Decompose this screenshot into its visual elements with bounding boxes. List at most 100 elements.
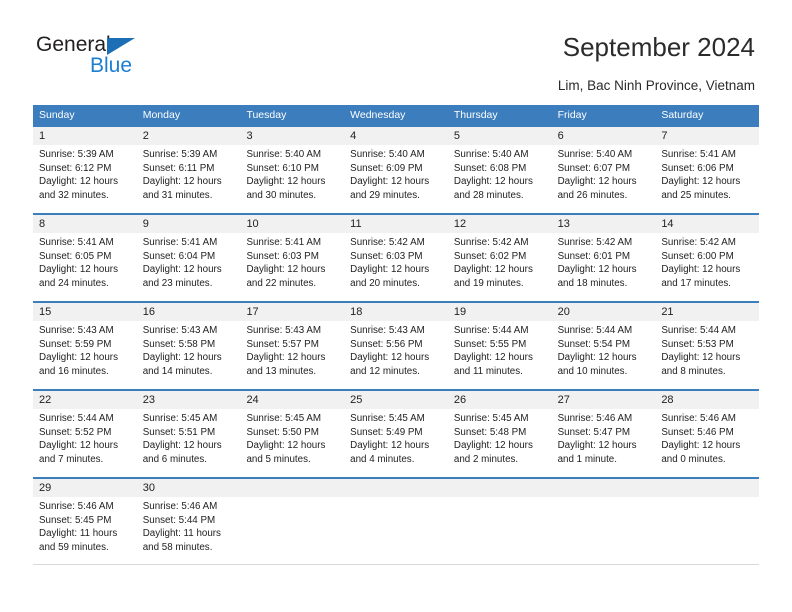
day-number: 8: [33, 215, 137, 233]
daylight-text: and 30 minutes.: [246, 189, 317, 201]
calendar-day-cell[interactable]: 20 Sunrise: 5:44 AM Sunset: 5:54 PM Dayligh…: [551, 303, 656, 389]
calendar-day-cell[interactable]: 17 Sunrise: 5:43 AM Sunset: 5:57 PM Dayligh…: [240, 303, 345, 389]
day-number: 9: [136, 215, 241, 233]
sunrise-text: Sunrise: 5:42 AM: [661, 237, 736, 248]
calendar-day-cell[interactable]: 13 Sunrise: 5:42 AM Sunset: 6:01 PM Dayligh…: [551, 215, 656, 301]
calendar-day-cell[interactable]: 11 Sunrise: 5:42 AM Sunset: 6:03 PM Dayligh…: [344, 215, 448, 301]
day-details: Sunrise: 5:44 AM Sunset: 5:52 PM Daylight:…: [33, 409, 137, 470]
calendar-day-cell[interactable]: 10 Sunrise: 5:41 AM Sunset: 6:03 PM Dayligh…: [240, 215, 345, 301]
calendar-day-cell[interactable]: 14 Sunrise: 5:42 AM Sunset: 6:00 PM Dayligh…: [655, 215, 760, 301]
day-number: 15: [33, 303, 137, 321]
calendar-day-cell[interactable]: 22 Sunrise: 5:44 AM Sunset: 5:52 PM Dayligh…: [33, 391, 137, 477]
calendar-day-cell[interactable]: 23 Sunrise: 5:45 AM Sunset: 5:51 PM Dayligh…: [136, 391, 241, 477]
calendar-day-cell[interactable]: 18 Sunrise: 5:43 AM Sunset: 5:56 PM Dayligh…: [344, 303, 448, 389]
sunrise-text: Sunrise: 5:43 AM: [350, 325, 425, 336]
daylight-text: Daylight: 12 hours: [557, 440, 637, 452]
day-number: 28: [655, 391, 760, 409]
daylight-text: Daylight: 12 hours: [142, 440, 222, 452]
day-details: Sunrise: 5:43 AM Sunset: 5:58 PM Daylight:…: [137, 321, 241, 382]
day-number: 30: [136, 479, 241, 497]
calendar-day-cell[interactable]: 9 Sunrise: 5:41 AM Sunset: 6:04 PM Daylight…: [136, 215, 241, 301]
sunrise-text: Sunrise: 5:46 AM: [661, 413, 736, 424]
day-number: 29: [33, 479, 137, 497]
daylight-text: and 26 minutes.: [557, 189, 628, 201]
daylight-text: Daylight: 12 hours: [350, 264, 430, 276]
day-number: 13: [551, 215, 656, 233]
sunrise-text: Sunrise: 5:43 AM: [246, 325, 322, 336]
sunset-text: Sunset: 5:52 PM: [39, 426, 112, 438]
sunset-text: Sunset: 6:05 PM: [39, 250, 112, 262]
day-details: Sunrise: 5:45 AM Sunset: 5:50 PM Daylight:…: [240, 409, 344, 470]
daylight-text: and 16 minutes.: [39, 365, 109, 377]
calendar-day-cell[interactable]: 1 Sunrise: 5:39 AM Sunset: 6:12 PM Daylight…: [33, 127, 137, 213]
calendar-day-cell[interactable]: 3 Sunrise: 5:40 AM Sunset: 6:10 PM Daylight…: [240, 127, 345, 213]
day-details: Sunrise: 5:46 AM Sunset: 5:45 PM Daylight:…: [33, 497, 137, 558]
day-details: Sunrise: 5:40 AM Sunset: 6:07 PM Daylight:…: [552, 145, 656, 206]
day-number: 11: [344, 215, 448, 233]
sunset-text: Sunset: 5:44 PM: [142, 514, 216, 526]
calendar-day-cell[interactable]: 27 Sunrise: 5:46 AM Sunset: 5:47 PM Dayligh…: [551, 391, 656, 477]
calendar-day-cell[interactable]: 24 Sunrise: 5:45 AM Sunset: 5:50 PM Dayligh…: [240, 391, 345, 477]
daylight-text: Daylight: 12 hours: [246, 264, 326, 276]
daylight-text: and 14 minutes.: [142, 365, 213, 377]
daylight-text: and 7 minutes.: [39, 453, 104, 465]
calendar-day-cell[interactable]: 5 Sunrise: 5:40 AM Sunset: 6:08 PM Daylight…: [447, 127, 552, 213]
calendar-week-row: 8 Sunrise: 5:41 AM Sunset: 6:05 PM Daylight…: [33, 213, 760, 301]
daylight-text: and 32 minutes.: [39, 189, 109, 201]
calendar-day-cell[interactable]: 19 Sunrise: 5:44 AM Sunset: 5:55 PM Dayligh…: [447, 303, 552, 389]
daylight-text: Daylight: 12 hours: [661, 264, 741, 276]
sunrise-text: Sunrise: 5:44 AM: [453, 325, 529, 336]
calendar-day-cell[interactable]: 2 Sunrise: 5:39 AM Sunset: 6:11 PM Daylight…: [136, 127, 241, 213]
calendar-week-row: 22 Sunrise: 5:44 AM Sunset: 5:52 PM Dayligh…: [33, 389, 760, 477]
calendar-day-cell[interactable]: 15 Sunrise: 5:43 AM Sunset: 5:59 PM Dayligh…: [33, 303, 137, 389]
calendar-page: General Blue September 2024 Lim, Bac Nin…: [0, 0, 792, 612]
sunset-text: Sunset: 5:45 PM: [39, 514, 112, 526]
calendar-day-cell[interactable]: 16 Sunrise: 5:43 AM Sunset: 5:58 PM Dayligh…: [136, 303, 241, 389]
sunset-text: Sunset: 5:51 PM: [142, 426, 216, 438]
sunset-text: Sunset: 6:03 PM: [350, 250, 423, 262]
calendar-day-cell[interactable]: 21 Sunrise: 5:44 AM Sunset: 5:53 PM Dayligh…: [655, 303, 760, 389]
day-number: 2: [136, 127, 241, 145]
day-details: Sunrise: 5:42 AM Sunset: 6:00 PM Daylight:…: [655, 233, 759, 294]
calendar-day-cell[interactable]: 7 Sunrise: 5:41 AM Sunset: 6:06 PM Daylight…: [655, 127, 760, 213]
calendar-day-cell[interactable]: 26 Sunrise: 5:45 AM Sunset: 5:48 PM Dayligh…: [447, 391, 552, 477]
calendar-day-cell[interactable]: 30 Sunrise: 5:46 AM Sunset: 5:44 PM Dayligh…: [136, 479, 241, 565]
calendar-day-cell-empty: [447, 479, 552, 565]
daylight-text: and 24 minutes.: [39, 277, 109, 289]
day-number: 27: [551, 391, 656, 409]
calendar-day-cell[interactable]: 12 Sunrise: 5:42 AM Sunset: 6:02 PM Dayligh…: [447, 215, 552, 301]
daylight-text: Daylight: 12 hours: [557, 176, 637, 188]
sunrise-text: Sunrise: 5:41 AM: [39, 237, 114, 248]
calendar-day-cell[interactable]: 29 Sunrise: 5:46 AM Sunset: 5:45 PM Dayligh…: [33, 479, 137, 565]
day-details: Sunrise: 5:45 AM Sunset: 5:49 PM Daylight:…: [344, 409, 448, 470]
day-details: Sunrise: 5:43 AM Sunset: 5:57 PM Daylight:…: [240, 321, 344, 382]
day-number: 22: [33, 391, 137, 409]
calendar-day-cell[interactable]: 25 Sunrise: 5:45 AM Sunset: 5:49 PM Dayligh…: [344, 391, 448, 477]
sunrise-text: Sunrise: 5:46 AM: [142, 501, 218, 512]
sunrise-text: Sunrise: 5:40 AM: [453, 149, 529, 160]
sunrise-text: Sunrise: 5:39 AM: [142, 149, 218, 160]
calendar-day-cell-empty: [655, 479, 760, 565]
calendar-day-cell[interactable]: 4 Sunrise: 5:40 AM Sunset: 6:09 PM Daylight…: [344, 127, 448, 213]
daylight-text: and 59 minutes.: [39, 541, 109, 553]
logo[interactable]: General Blue: [36, 33, 236, 85]
day-details: Sunrise: 5:42 AM Sunset: 6:03 PM Daylight:…: [344, 233, 448, 294]
sunrise-text: Sunrise: 5:42 AM: [557, 237, 633, 248]
sunrise-text: Sunrise: 5:39 AM: [39, 149, 114, 160]
daylight-text: and 0 minutes.: [661, 453, 726, 465]
day-details: Sunrise: 5:46 AM Sunset: 5:46 PM Daylight:…: [655, 409, 759, 470]
day-number: 18: [344, 303, 448, 321]
daylight-text: Daylight: 12 hours: [142, 352, 222, 364]
sunrise-text: Sunrise: 5:41 AM: [246, 237, 322, 248]
calendar-day-cell[interactable]: 6 Sunrise: 5:40 AM Sunset: 6:07 PM Daylight…: [551, 127, 656, 213]
day-details: Sunrise: 5:39 AM Sunset: 6:12 PM Daylight:…: [33, 145, 137, 206]
day-number: [551, 479, 656, 497]
calendar-day-cell[interactable]: 8 Sunrise: 5:41 AM Sunset: 6:05 PM Daylight…: [33, 215, 137, 301]
daylight-text: Daylight: 12 hours: [557, 264, 637, 276]
day-details: Sunrise: 5:46 AM Sunset: 5:44 PM Daylight:…: [137, 497, 241, 558]
calendar-day-cell[interactable]: 28 Sunrise: 5:46 AM Sunset: 5:46 PM Dayligh…: [655, 391, 760, 477]
weekday-header-row: Sunday Monday Tuesday Wednesday Thursday…: [33, 105, 759, 125]
sunset-text: Sunset: 6:02 PM: [453, 250, 527, 262]
daylight-text: and 19 minutes.: [453, 277, 524, 289]
sunrise-text: Sunrise: 5:45 AM: [246, 413, 322, 424]
